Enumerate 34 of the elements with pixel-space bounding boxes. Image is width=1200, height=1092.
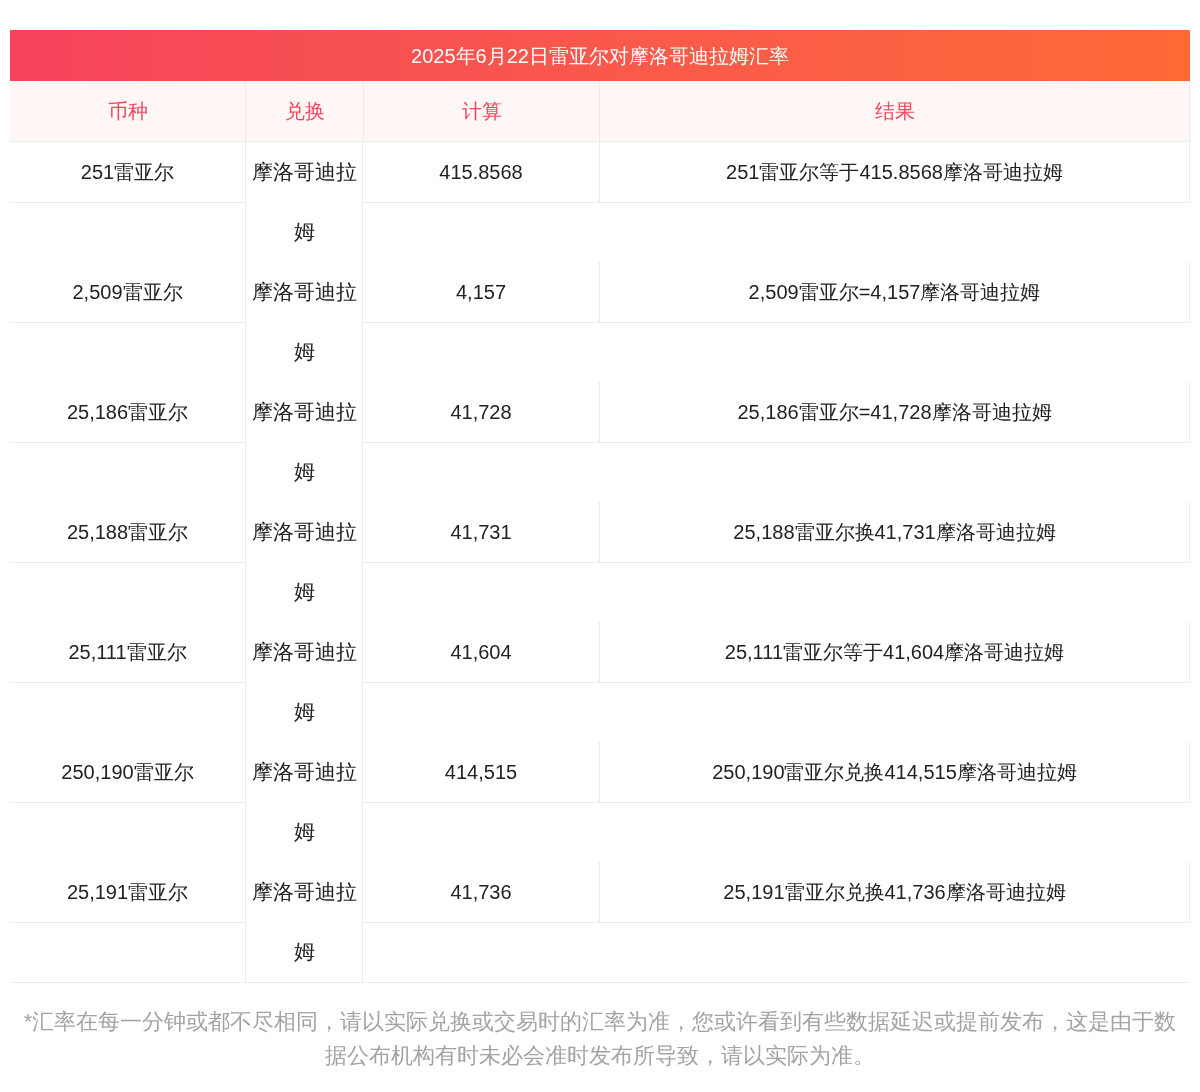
table-cell: 41,728: [363, 382, 599, 443]
disclaimer-text: *汇率在每一分钟或都不尽相同，请以实际兑换或交易时的汇率为准，您或许看到有些数据延迟或提前发布，这是由于数据公布机构有时未必会准时发布所导致，请以实际为准。: [22, 1008, 1178, 1070]
table-cell: 25,111雷亚尔等于41,604摩洛哥迪拉姆: [599, 622, 1190, 683]
column-header: 计算: [363, 81, 599, 141]
table-cell: 摩洛哥迪拉姆: [245, 622, 363, 742]
table-title: 2025年6月22日雷亚尔对摩洛哥迪拉姆汇率: [10, 30, 1190, 81]
table-cell: 25,111雷亚尔: [10, 622, 245, 683]
table-cell: 251雷亚尔: [10, 142, 245, 203]
column-header: 结果: [599, 81, 1190, 141]
table-cell: 41,731: [363, 502, 599, 563]
column-header: 币种: [106, 99, 149, 124]
table-cell: 摩洛哥迪拉姆: [245, 742, 363, 862]
table-cell: 25,191雷亚尔: [10, 862, 245, 923]
column-header: 兑换: [245, 81, 363, 141]
table-cell: 250,190雷亚尔: [10, 742, 245, 803]
table-cell: 41,736: [363, 862, 599, 923]
table-cell: 414,515: [363, 742, 599, 803]
table-cell: 摩洛哥迪拉姆: [245, 502, 363, 622]
table-cell: 25,186雷亚尔=41,728摩洛哥迪拉姆: [599, 382, 1190, 443]
table-cell: 摩洛哥迪拉姆: [245, 142, 363, 262]
table-cell: 2,509雷亚尔: [10, 262, 245, 323]
table-cell: 25,188雷亚尔换41,731摩洛哥迪拉姆: [599, 502, 1190, 563]
table-cell: 41,604: [363, 622, 599, 683]
table-cell: 2,509雷亚尔=4,157摩洛哥迪拉姆: [599, 262, 1190, 323]
table-cell: 摩洛哥迪拉姆: [245, 862, 363, 982]
table-cell: 250,190雷亚尔兑换414,515摩洛哥迪拉姆: [599, 742, 1190, 803]
table-cell: 摩洛哥迪拉姆: [245, 382, 363, 502]
table-cell: 415.8568: [363, 142, 599, 203]
table-cell: 25,188雷亚尔: [10, 502, 245, 563]
table-cell: 摩洛哥迪拉姆: [245, 262, 363, 382]
table-cell: 251雷亚尔等于415.8568摩洛哥迪拉姆: [599, 142, 1190, 203]
table-cell: 4,157: [363, 262, 599, 323]
table-cell: 25,191雷亚尔兑换41,736摩洛哥迪拉姆: [599, 862, 1190, 923]
table-cell: 25,186雷亚尔: [10, 382, 245, 443]
